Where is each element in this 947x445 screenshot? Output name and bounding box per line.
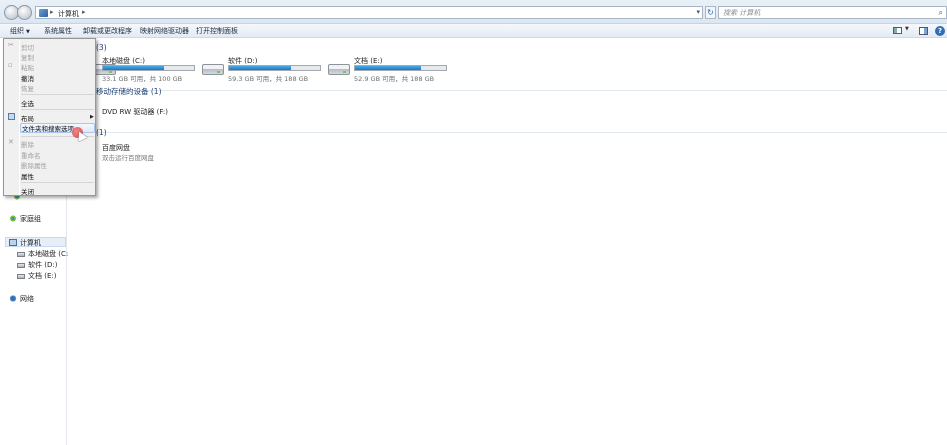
menu-item-select-all[interactable]: 全选 (21, 98, 94, 108)
menu-item-properties[interactable]: 属性 (21, 171, 94, 181)
search-box[interactable]: ⌕ (718, 6, 947, 19)
menu-item-layout[interactable]: 布局 (21, 113, 94, 123)
menu-separator (21, 94, 94, 95)
nav-item-drive-e[interactable]: 文档 (E:) (17, 271, 56, 281)
organize-button[interactable]: 组织 ▼ (10, 26, 30, 36)
menu-item-remove-properties[interactable]: 删除属性 (21, 160, 94, 170)
nav-item-label: 家庭组 (20, 215, 41, 223)
content-area: (3) 本地磁盘 (C:) 33.1 GB 可用，共 100 GB 软件 (D:… (68, 38, 947, 445)
nav-item-label: 本地磁盘 (C:) (28, 250, 71, 258)
menu-item-close[interactable]: 关闭 (21, 186, 94, 196)
menu-gutter (19, 40, 20, 195)
drive-icon (17, 263, 25, 268)
drive-usage-bar (228, 65, 321, 71)
paste-icon: ▫ (8, 61, 13, 69)
group-divider (96, 90, 947, 91)
menu-item-copy[interactable]: 复制 (21, 52, 94, 62)
address-bar-row: ▸ 计算机 ▸ ▾ ↻ ⌕ (0, 0, 947, 24)
address-bar[interactable]: ▸ 计算机 ▸ ▾ (35, 6, 703, 19)
view-dropdown-icon[interactable]: ▼ (905, 26, 909, 32)
computer-icon (39, 9, 48, 17)
search-icon: ⌕ (938, 8, 943, 17)
nav-item-drive-c[interactable]: 本地磁盘 (C:) (17, 249, 71, 259)
nav-item-homegroup[interactable]: 家庭组 (9, 214, 41, 224)
breadcrumb-arrow-icon[interactable]: ▸ (50, 8, 54, 16)
drive-usage-fill (229, 66, 291, 70)
hard-disks-group-header[interactable]: (3) (96, 43, 107, 52)
breadcrumb-arrow-icon[interactable]: ▸ (82, 8, 86, 16)
drive-usage-fill (355, 66, 421, 70)
menu-separator (21, 182, 94, 183)
homegroup-icon (9, 215, 17, 222)
drive-d-tile[interactable]: 软件 (D:) 59.3 GB 可用，共 188 GB (202, 56, 332, 86)
drive-usage-fill (103, 66, 164, 70)
nav-item-drive-d[interactable]: 软件 (D:) (17, 260, 57, 270)
delete-icon: ✕ (8, 138, 14, 146)
refresh-icon: ↻ (707, 8, 714, 17)
organize-label: 组织 (10, 27, 24, 35)
nav-item-label: 网络 (20, 295, 34, 303)
menu-item-cut[interactable]: 剪切 (21, 42, 94, 52)
nav-item-label: 计算机 (20, 239, 41, 247)
computer-icon (9, 239, 17, 246)
nav-item-network[interactable]: 网络 (9, 294, 34, 304)
layout-icon (8, 113, 15, 120)
menu-item-paste[interactable]: 粘贴 (21, 62, 94, 72)
command-bar: 组织 ▼ 系统属性 卸载或更改程序 映射网络驱动器 打开控制面板 ▼ ? (0, 24, 947, 38)
preview-pane-icon[interactable] (919, 27, 928, 35)
system-properties-button[interactable]: 系统属性 (44, 26, 72, 36)
organize-menu: ✂ 剪切 复制 ▫ 粘贴 撤消 恢复 全选 布局 ▶ 文件夹和搜索选项 ✕ 删除… (3, 38, 96, 196)
network-icon (9, 295, 17, 302)
drive-size: 59.3 GB 可用，共 188 GB (228, 75, 309, 83)
help-icon[interactable]: ? (935, 26, 945, 36)
drive-icon (17, 252, 25, 257)
map-network-drive-button[interactable]: 映射网络驱动器 (140, 26, 189, 36)
other-group-header[interactable]: (1) (96, 128, 107, 137)
drive-icon (17, 274, 25, 279)
drive-usage-bar (354, 65, 447, 71)
dvd-drive-item[interactable]: DVD RW 驱动器 (F:) (102, 107, 168, 117)
menu-item-redo[interactable]: 恢复 (21, 83, 94, 93)
hard-drive-icon (202, 64, 224, 75)
menu-item-rename[interactable]: 重命名 (21, 150, 94, 160)
submenu-arrow-icon: ▶ (90, 114, 94, 120)
removable-group-header[interactable]: 移动存储的设备 (1) (96, 86, 162, 97)
cut-icon: ✂ (8, 41, 14, 49)
chevron-down-icon: ▼ (26, 29, 30, 35)
search-input[interactable] (723, 7, 923, 18)
nav-item-label: 软件 (D:) (28, 261, 58, 269)
uninstall-program-button[interactable]: 卸载或更改程序 (83, 26, 132, 36)
menu-item-delete[interactable]: 删除 (21, 139, 94, 149)
drive-usage-bar (102, 65, 195, 71)
menu-separator (21, 109, 94, 110)
forward-button[interactable] (17, 5, 32, 20)
baidu-netdisk-description: 双击运行百度网盘 (102, 154, 154, 162)
refresh-button[interactable]: ↻ (705, 6, 716, 19)
change-view-icon[interactable] (893, 27, 902, 34)
menu-item-undo[interactable]: 撤消 (21, 73, 94, 83)
group-divider (96, 132, 947, 133)
drive-e-tile[interactable]: 文档 (E:) 52.9 GB 可用，共 188 GB (328, 56, 458, 86)
drive-size: 52.9 GB 可用，共 188 GB (354, 75, 435, 83)
breadcrumb-computer[interactable]: 计算机 (58, 9, 79, 19)
drive-size: 33.1 GB 可用，共 100 GB (102, 75, 183, 83)
address-history-dropdown-icon[interactable]: ▾ (696, 8, 700, 16)
nav-item-label: 文档 (E:) (28, 272, 57, 280)
hard-drive-icon (328, 64, 350, 75)
open-control-panel-button[interactable]: 打开控制面板 (196, 26, 238, 36)
nav-item-computer[interactable]: 计算机 (9, 238, 41, 248)
